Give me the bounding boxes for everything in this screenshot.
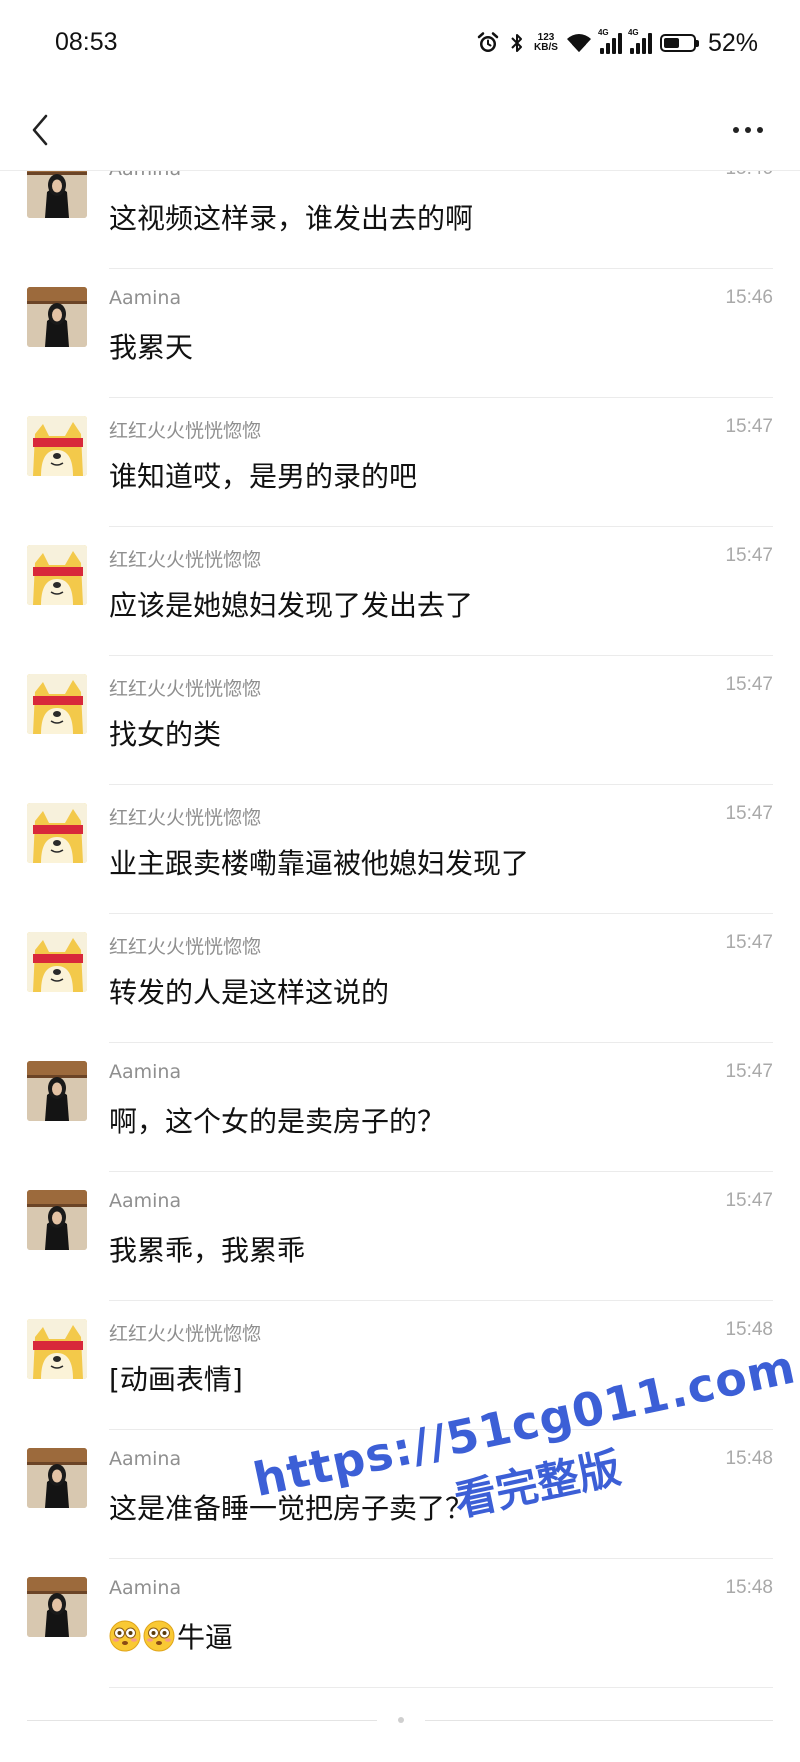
avatar[interactable] [27,287,87,347]
nav-bar [0,90,800,171]
sender-name: Aamina [109,1190,182,1212]
avatar[interactable] [27,932,87,992]
battery-icon [659,34,699,52]
message-time: 15:47 [725,545,773,566]
message-time: 15:47 [725,1061,773,1082]
message-item[interactable]: 红红火火恍恍惚惚 15:47 找女的类 [0,656,800,785]
more-button[interactable] [724,108,772,152]
signal-icon: 4G [628,28,652,54]
message-time: 15:48 [725,1577,773,1598]
message-text: 谁知道哎，是男的录的吧 [109,455,417,495]
message-body: 转发的人是这样这说的 [109,976,390,1009]
message-text: 找女的类 [109,713,221,753]
message-item[interactable]: Aamina 15:46 我累天 [0,269,800,398]
sender-name: Aamina [109,1448,182,1470]
sender-name: 红红火火恍恍惚惚 [109,420,262,442]
message-time: 15:47 [725,674,773,695]
message-text: 业主跟卖楼嘞靠逼被他媳妇发现了 [109,842,529,882]
message-time: 15:47 [725,803,773,824]
message-text: 转发的人是这样这说的 [109,971,389,1011]
sender-name: 红红火火恍恍惚惚 [109,936,262,958]
bluetooth-icon [508,31,526,55]
message-item[interactable]: Aamina 15:48 这是准备睡一觉把房子卖了？ [0,1430,800,1559]
flushed-face-emoji [143,1620,175,1652]
message-body: 这是准备睡一觉把房子卖了？ [109,1492,474,1525]
more-dots-icon [733,127,739,133]
message-text: 我累乖，我累乖 [109,1229,305,1269]
message-text: 牛逼 [109,1616,233,1656]
avatar[interactable] [27,1577,87,1637]
message-text: 我累天 [109,326,193,366]
status-icons: 123 KB/S 4G 4G 52% [476,26,758,60]
avatar[interactable] [27,1061,87,1121]
message-time: 15:47 [725,1190,773,1211]
status-bar: 08:53 123 KB/S 4G 4G 52% [0,0,800,90]
message-body: 谁知道哎，是男的录的吧 [109,460,418,493]
avatar[interactable] [27,803,87,863]
flushed-face-emoji [109,1620,141,1652]
message-body: 我累乖，我累乖 [109,1234,306,1267]
message-time: 15:48 [725,1448,773,1469]
avatar[interactable] [27,416,87,476]
message-text: 这是准备睡一觉把房子卖了？ [109,1487,473,1527]
wifi-icon [566,32,592,54]
message-body: 牛逼 [177,1621,234,1654]
divider [109,1687,773,1688]
sender-name: 红红火火恍恍惚惚 [109,549,262,571]
avatar[interactable] [27,1319,87,1379]
message-text: 这视频这样录，谁发出去的啊 [109,197,473,237]
message-time: 15:46 [725,170,773,180]
message-text: 应该是她媳妇发现了发出去了 [109,584,473,624]
message-body: [动画表情] [109,1363,243,1396]
message-list[interactable]: Aamina 15:46 这视频这样录，谁发出去的啊 Aamina 15:46 我累天红红… [0,170,800,1710]
message-item[interactable]: 红红火火恍恍惚惚 15:47 应该是她媳妇发现了发出去了 [0,527,800,656]
message-item[interactable]: 红红火火恍恍惚惚 15:47 业主跟卖楼嘞靠逼被他媳妇发现了 [0,785,800,914]
net-speed-indicator: 123 KB/S [534,32,558,53]
sender-name: Aamina [109,1061,182,1083]
message-body: 这视频这样录，谁发出去的啊 [109,202,474,235]
message-item[interactable]: Aamina 15:47 啊，这个女的是卖房子的？ [0,1043,800,1172]
message-text: 啊，这个女的是卖房子的？ [109,1100,445,1140]
message-item[interactable]: 红红火火恍恍惚惚 15:47 转发的人是这样这说的 [0,914,800,1043]
message-time: 15:47 [725,932,773,953]
bottom-area [0,1710,800,1762]
chevron-left-icon [32,114,48,146]
avatar[interactable] [27,674,87,734]
battery-percent: 52% [707,28,758,57]
message-time: 15:46 [725,287,773,308]
sender-name: 红红火火恍恍惚惚 [109,1323,262,1345]
message-item[interactable]: Aamina 15:46 这视频这样录，谁发出去的啊 [0,170,800,269]
message-body: 应该是她媳妇发现了发出去了 [109,589,474,622]
divider [27,1720,377,1721]
signal-icon: 4G [598,28,622,54]
avatar[interactable] [27,1190,87,1250]
message-item[interactable]: Aamina 15:48 牛逼 [0,1559,800,1688]
message-time: 15:47 [725,416,773,437]
message-item[interactable]: Aamina 15:47 我累乖，我累乖 [0,1172,800,1301]
status-time: 08:53 [55,28,118,56]
message-body: 业主跟卖楼嘞靠逼被他媳妇发现了 [109,847,530,880]
message-item[interactable]: 红红火火恍恍惚惚 15:48 [动画表情] [0,1301,800,1430]
message-text: [动画表情] [109,1358,243,1398]
sender-name: 红红火火恍恍惚惚 [109,678,262,700]
avatar[interactable] [27,170,87,218]
avatar[interactable] [27,545,87,605]
sender-name: Aamina [109,170,181,180]
alarm-icon [476,31,500,55]
avatar[interactable] [27,1448,87,1508]
sender-name: 红红火火恍恍惚惚 [109,807,262,829]
page-indicator-dot [398,1717,404,1723]
message-body: 我累天 [109,331,194,364]
sender-name: Aamina [109,1577,182,1599]
divider [425,1720,773,1721]
sender-name: Aamina [109,287,182,309]
message-item[interactable]: 红红火火恍恍惚惚 15:47 谁知道哎，是男的录的吧 [0,398,800,527]
message-time: 15:48 [725,1319,773,1340]
message-body: 找女的类 [109,718,222,751]
back-button[interactable] [18,108,62,152]
message-body: 啊，这个女的是卖房子的？ [109,1105,446,1138]
